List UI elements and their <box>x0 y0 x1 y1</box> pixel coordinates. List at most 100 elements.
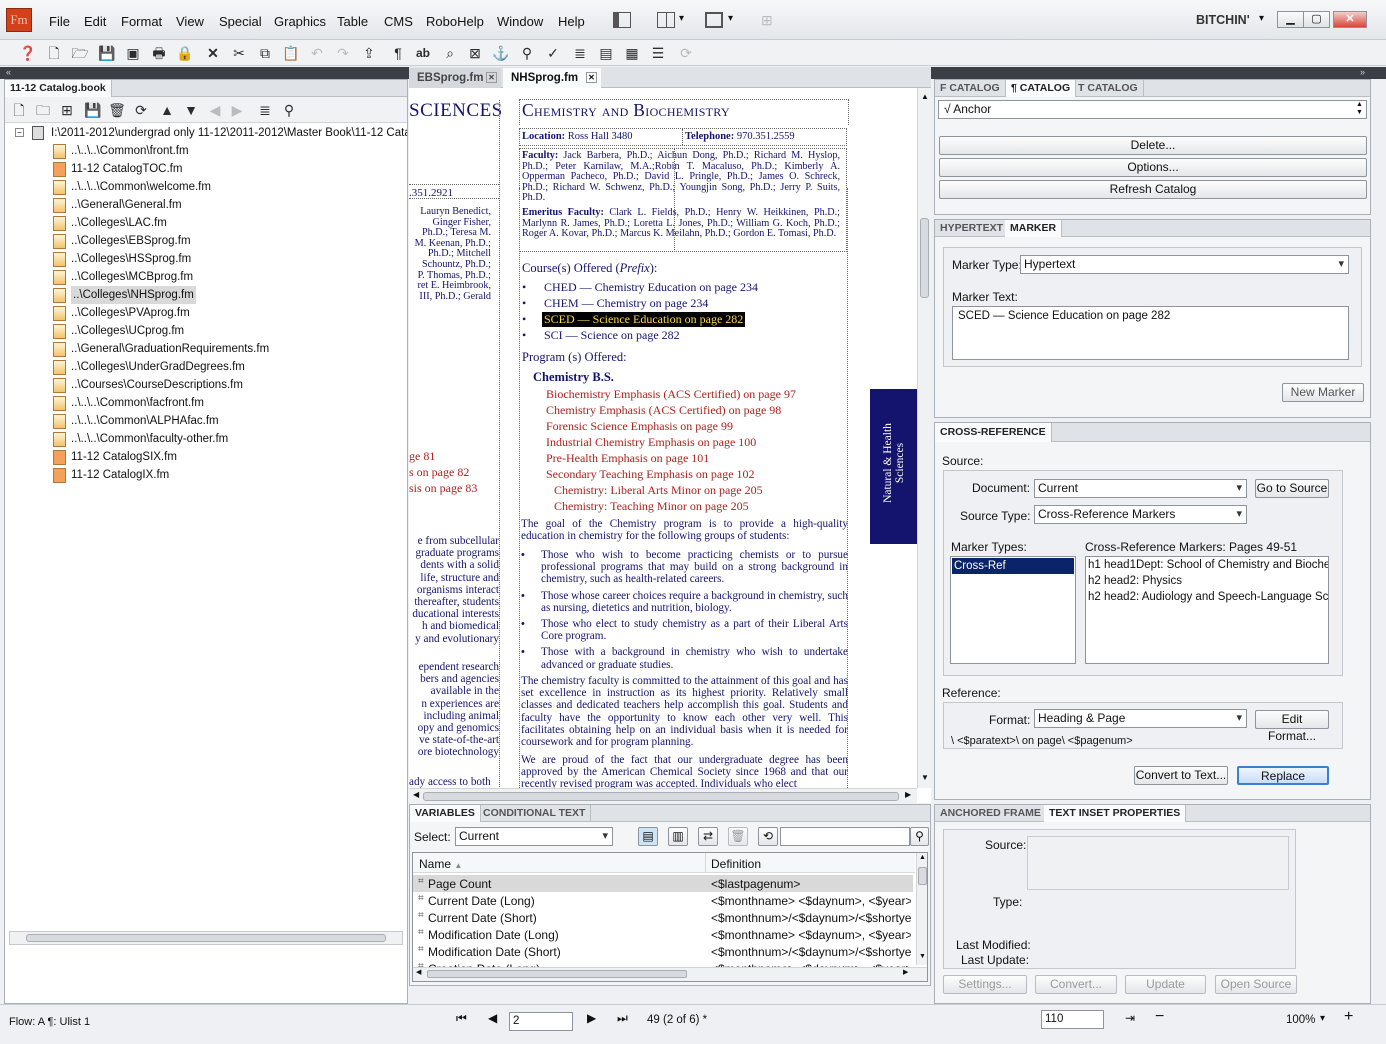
marker-types-list[interactable]: Cross-Ref <box>950 556 1076 664</box>
go-to-source-button[interactable]: Go to Source <box>1255 479 1329 498</box>
document-select[interactable]: Current <box>1034 479 1247 498</box>
course-link[interactable]: SCED — Science Education on page 282 <box>542 312 746 327</box>
tab-hypertext[interactable]: HYPERTEXT <box>935 220 1010 237</box>
page-number-input[interactable]: 2 <box>509 1012 573 1031</box>
scrollbar-thumb[interactable] <box>26 934 386 942</box>
close-tab-icon[interactable]: ✕ <box>486 72 497 83</box>
line-spacing-icon[interactable]: ☰ <box>648 43 668 63</box>
minor-link[interactable]: Chemistry: Teaching Minor on page 205 <box>554 498 763 514</box>
scrollbar-thumb[interactable] <box>918 867 927 885</box>
add-group-icon[interactable]: ⊞ <box>57 100 77 120</box>
save-all-icon[interactable]: ▣ <box>123 43 143 63</box>
move-up-icon[interactable]: ▲ <box>157 100 177 120</box>
column-name[interactable]: Name ▲ <box>419 857 462 871</box>
book-file-item[interactable]: ..\..\..\Common\welcome.fm <box>71 178 211 196</box>
scroll-up-icon[interactable]: ▲ <box>919 854 926 861</box>
options-button[interactable]: Options... <box>939 158 1367 177</box>
table-row[interactable]: ⌗ Current Date (Long) <$monthname> <$daynu… <box>413 892 913 909</box>
book-file-item[interactable]: ..\General\General.fm <box>71 196 182 214</box>
last-page-icon[interactable]: ⏭ <box>617 1011 628 1026</box>
update-button[interactable]: Update <box>1125 975 1206 994</box>
catalog-selected-item[interactable]: √ Anchor <box>938 100 1367 119</box>
undo-icon[interactable]: ↶ <box>307 43 327 63</box>
tab-text-inset-properties[interactable]: TEXT INSET PROPERTIES <box>1044 805 1187 822</box>
book-file-item[interactable]: ..\Colleges\NHSprog.fm <box>71 286 196 304</box>
align-left-icon[interactable]: ≣ <box>570 43 590 63</box>
move-down-icon[interactable]: ▼ <box>181 100 201 120</box>
delete-variable-icon[interactable]: 🗑 <box>728 827 748 846</box>
spelling-icon[interactable]: ab <box>413 43 433 63</box>
add-folder-icon[interactable]: 🗀 <box>33 100 53 120</box>
update-book-icon[interactable]: ⟳ <box>131 100 151 120</box>
tab-marker[interactable]: MARKER <box>1005 220 1063 237</box>
xref-marker-item[interactable]: h2 head2: Audiology and Speech-Language … <box>1086 589 1328 605</box>
table-row[interactable]: ⌗ Modification Date (Long) <$monthname> <$… <box>413 926 913 943</box>
menu-view[interactable]: View <box>176 14 204 29</box>
paste-icon[interactable]: 📋 <box>281 43 301 63</box>
course-link[interactable]: CHED — Chemistry Education on page 234 <box>544 280 758 295</box>
arrange-icon[interactable] <box>657 12 675 28</box>
xref-marker-item[interactable]: h2 head2: Physics <box>1086 573 1328 589</box>
book-file-item[interactable]: 11-12 CatalogTOC.fm <box>71 160 182 178</box>
tab-book[interactable]: 11-12 Catalog.book <box>5 80 112 97</box>
print-icon[interactable]: 🖶 <box>149 43 169 63</box>
book-file-item[interactable]: ..\Colleges\UCprog.fm <box>71 322 184 340</box>
variables-search-input[interactable] <box>780 827 910 846</box>
tab-nhsprog[interactable]: NHSprog.fm ✕ <box>503 68 601 88</box>
book-file-item[interactable]: ..\..\..\Common\front.fm <box>71 142 189 160</box>
table-row[interactable]: ⌗ Page Count <$lastpagenum> <box>413 875 913 892</box>
book-file-item[interactable]: ..\Colleges\EBSprog.fm <box>71 232 191 250</box>
tab-f-catalog[interactable]: F CATALOG <box>935 80 1006 97</box>
workspace-name[interactable]: BITCHIN' <box>1196 13 1250 27</box>
chevron-down-icon[interactable]: ▾ <box>1320 1013 1325 1024</box>
scroll-down-icon[interactable]: ▼ <box>921 773 929 782</box>
book-file-item[interactable]: 11-12 CatalogIX.fm <box>71 466 169 484</box>
delete-icon[interactable]: ✕ <box>203 43 223 63</box>
search-icon[interactable]: ⚲ <box>517 43 537 63</box>
course-link[interactable]: CHEM — Chemistry on page 234 <box>544 296 708 311</box>
move-left-icon[interactable]: ◀ <box>205 100 225 120</box>
panel-layout-icon[interactable] <box>613 12 631 28</box>
find-replace-icon[interactable]: ⌕ <box>440 43 460 63</box>
marker-text-input[interactable]: SCED — Science Education on page 282 <box>952 306 1349 360</box>
xref-marker-item[interactable]: h1 head1Dept: School of Chemistry and Bi… <box>1086 557 1328 573</box>
table-row[interactable]: ⌗ Modification Date (Short) <$monthnum>/<$… <box>413 943 913 960</box>
help-icon[interactable]: ❓ <box>18 43 38 63</box>
document-horizontal-scrollbar[interactable]: ◀ ▶ <box>409 788 917 803</box>
chevron-down-icon[interactable]: ▾ <box>728 13 733 24</box>
collapse-left-icon[interactable]: « <box>6 67 11 77</box>
redo-icon[interactable]: ↷ <box>333 43 353 63</box>
delete-file-icon[interactable]: 🗑 <box>107 100 127 120</box>
program-link[interactable]: Secondary Teaching Emphasis on page 102 <box>546 466 796 482</box>
save-icon[interactable]: 💾 <box>97 43 117 63</box>
menu-graphics[interactable]: Graphics <box>274 14 326 29</box>
open-source-button[interactable]: Open Source <box>1215 975 1297 994</box>
document-page-view[interactable]: SCIENCES .351.2921 Lauryn Benedict, Ginge… <box>409 88 931 803</box>
chevron-down-icon[interactable]: ▾ <box>679 13 684 24</box>
menu-file[interactable]: File <box>49 14 70 29</box>
convert-button[interactable]: Convert... <box>1035 975 1117 994</box>
menu-format[interactable]: Format <box>121 14 162 29</box>
column-definition[interactable]: Definition <box>711 857 761 871</box>
move-right-icon[interactable]: ▶ <box>227 100 247 120</box>
table-designer-icon[interactable]: ⊠ <box>465 43 485 63</box>
marker-type-item[interactable]: Cross-Ref <box>952 558 1074 574</box>
refresh-icon[interactable]: ⟳ <box>676 43 696 63</box>
menu-cms[interactable]: CMS <box>384 14 413 29</box>
new-document-icon[interactable]: 🗋 <box>44 43 64 63</box>
tab-anchored-frame[interactable]: ANCHORED FRAME <box>935 805 1047 822</box>
book-horizontal-scrollbar[interactable] <box>9 931 403 945</box>
book-file-item[interactable]: ..\..\..\Common\faculty-other.fm <box>71 430 228 448</box>
zoom-out-icon[interactable]: − <box>1155 1008 1164 1026</box>
close-tab-icon[interactable]: ✕ <box>586 72 597 83</box>
scrollbar-thumb[interactable] <box>427 970 687 978</box>
book-file-item[interactable]: ..\Colleges\LAC.fm <box>71 214 167 232</box>
chevron-down-icon[interactable]: ▾ <box>1259 13 1264 24</box>
program-link[interactable]: Chemistry Emphasis (ACS Certified) on pa… <box>546 402 796 418</box>
book-file-item[interactable]: ..\Colleges\MCBprog.fm <box>71 268 193 286</box>
scroll-right-icon[interactable]: ▶ <box>905 790 911 799</box>
course-link[interactable]: SCI — Science on page 282 <box>544 328 680 343</box>
document-vertical-scrollbar[interactable]: ▲ ▼ <box>917 88 931 788</box>
tab-variables[interactable]: VARIABLES <box>410 805 481 822</box>
variables-horizontal-scrollbar[interactable]: ◀ ▶ <box>413 967 927 981</box>
